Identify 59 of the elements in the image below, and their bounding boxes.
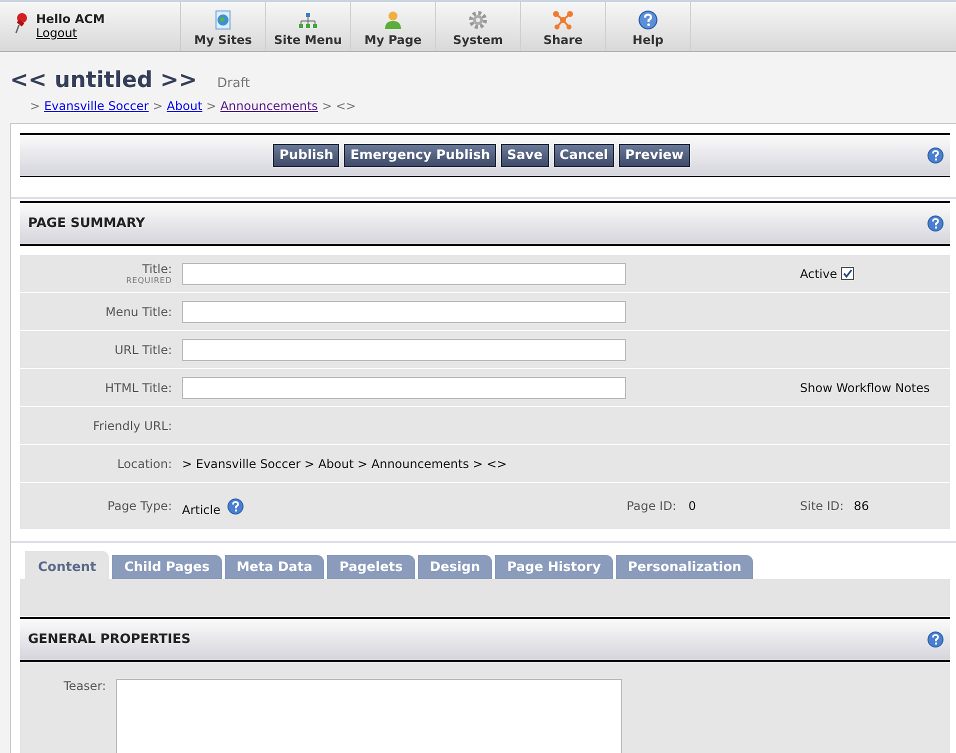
field-label: URL Title: xyxy=(114,342,172,356)
field-label: Site ID: xyxy=(800,499,844,513)
text-field[interactable] xyxy=(182,262,626,284)
action-button[interactable]: Cancel xyxy=(554,144,614,167)
logout-link[interactable]: Logout xyxy=(36,26,105,40)
field-label: Page Type: xyxy=(108,499,172,513)
field-label: HTML Title: xyxy=(105,380,172,394)
action-button[interactable]: Publish xyxy=(273,144,340,167)
section-heading: PAGE SUMMARY xyxy=(28,216,146,231)
help-icon[interactable] xyxy=(927,215,944,232)
globe-icon xyxy=(213,10,233,30)
tab[interactable]: Content xyxy=(25,551,110,579)
sitemap-icon xyxy=(298,12,318,30)
toolbar-button[interactable]: My Page xyxy=(351,2,436,51)
field-label: Title: xyxy=(142,262,172,276)
field-label: Location: xyxy=(117,456,172,470)
page-title: << untitled >> xyxy=(10,68,198,93)
page-type-value: Article xyxy=(182,503,220,517)
page-status: Draft xyxy=(217,76,250,91)
active-label: Active xyxy=(800,266,838,280)
field-label: Teaser: xyxy=(62,679,106,695)
active-checkbox[interactable] xyxy=(841,267,854,280)
breadcrumb-link[interactable]: Evansville Soccer xyxy=(44,99,149,117)
action-button[interactable]: Emergency Publish xyxy=(344,144,496,167)
help-icon[interactable] xyxy=(927,147,944,164)
pushpin-icon xyxy=(14,12,28,34)
toolbar-button[interactable]: Help xyxy=(606,2,691,51)
toolbar-button[interactable]: My Sites xyxy=(181,2,266,51)
page-id-value: 0 xyxy=(688,499,696,513)
breadcrumb-separator: > xyxy=(152,99,163,115)
breadcrumb-link[interactable]: About xyxy=(166,99,202,117)
share-icon xyxy=(552,10,574,30)
breadcrumb-separator: > <> xyxy=(322,99,356,115)
toolbar-button[interactable]: Site Menu xyxy=(266,2,351,51)
required-note: REQUIRED xyxy=(126,276,172,285)
workflow-notes-toggle[interactable]: Show Workflow Notes xyxy=(800,380,930,394)
help-icon[interactable] xyxy=(226,498,244,514)
breadcrumb-separator: > xyxy=(206,99,216,115)
field-label: Menu Title: xyxy=(105,304,172,318)
action-button[interactable]: Save xyxy=(501,144,549,167)
text-field[interactable] xyxy=(182,338,626,360)
text-field[interactable] xyxy=(182,376,626,398)
text-field[interactable] xyxy=(182,300,626,322)
breadcrumb-link[interactable]: Announcements xyxy=(220,99,318,117)
greeting: Hello ACM xyxy=(36,12,105,26)
action-button[interactable]: Preview xyxy=(619,144,690,167)
field-label: Page ID: xyxy=(626,499,676,513)
toolbar-button[interactable]: Share xyxy=(521,2,606,51)
location-path: > Evansville Soccer > About > Announcements > <> xyxy=(182,456,507,470)
person-icon xyxy=(384,10,402,30)
field-label: Friendly URL: xyxy=(92,418,172,432)
breadcrumb-separator: > xyxy=(30,99,40,115)
toolbar-button[interactable]: System xyxy=(436,2,521,51)
site-id-value: 86 xyxy=(854,499,869,513)
section-heading: GENERAL PROPERTIES xyxy=(28,632,192,647)
teaser-field[interactable] xyxy=(116,679,622,753)
help-icon[interactable] xyxy=(927,631,944,648)
gear-icon xyxy=(468,10,488,30)
help-icon xyxy=(638,10,658,30)
